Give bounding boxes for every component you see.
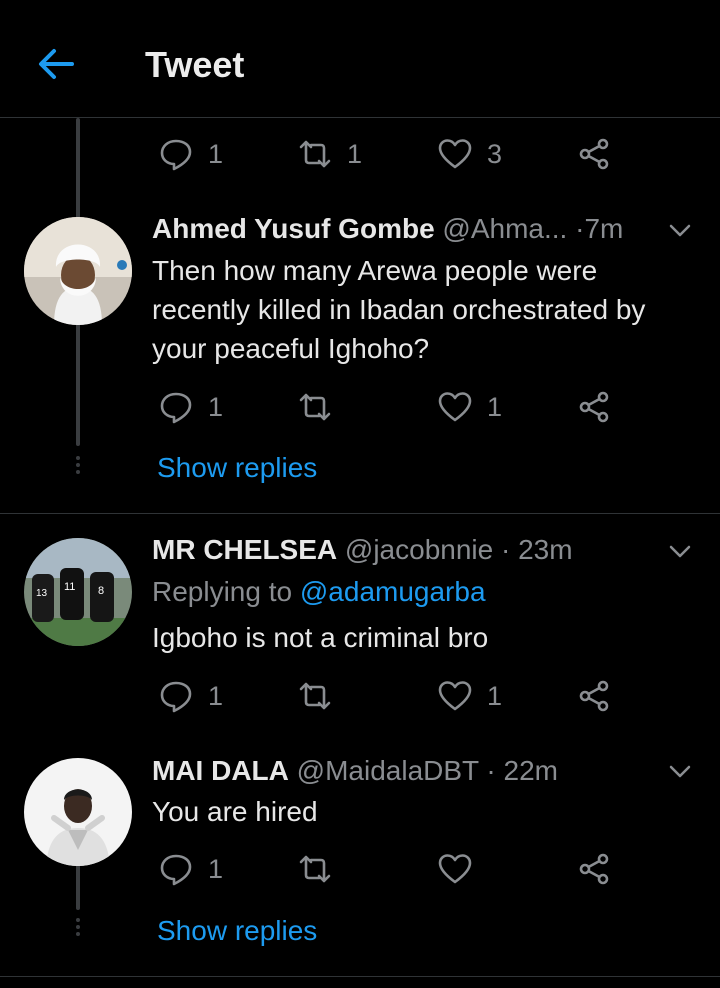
author-handle[interactable]: @MaidalaDBT (297, 755, 479, 786)
reply-button[interactable]: 1 (158, 849, 223, 889)
tweet-meta: MR CHELSEA @jacobnnie · 23m (152, 534, 573, 566)
reply-count: 1 (208, 138, 224, 169)
avatar[interactable]: 13 11 8 (24, 538, 132, 646)
tweet-time: 7m (584, 213, 624, 244)
like-button[interactable]: 1 (437, 676, 502, 716)
reply-icon (160, 392, 192, 424)
reply-button[interactable]: 1 (158, 134, 223, 174)
avatar-image (24, 758, 132, 866)
replying-handle-link[interactable]: @adamugarba (300, 576, 486, 607)
author-name[interactable]: MR CHELSEA (152, 534, 337, 565)
retweet-button[interactable]: 1 (297, 134, 362, 174)
thread-line (76, 860, 80, 910)
reply-count: 1 (208, 391, 224, 422)
author-name[interactable]: MAI DALA (152, 755, 289, 786)
tweet-text: Then how many Arewa people were recently… (152, 255, 646, 364)
heart-icon (438, 681, 472, 711)
svg-text:13: 13 (36, 588, 48, 599)
share-icon (579, 853, 609, 885)
svg-text:8: 8 (98, 585, 104, 597)
replying-prefix: Replying to (152, 576, 293, 607)
page-title: Tweet (145, 44, 245, 85)
share-icon (579, 680, 609, 712)
tweet-time: 23m (518, 534, 573, 565)
tweet-meta: MAI DALA @MaidalaDBT · 22m (152, 755, 558, 787)
share-icon (579, 138, 609, 170)
reply-button[interactable]: 1 (158, 676, 223, 716)
divider (0, 513, 720, 514)
replying-to: Replying to @adamugarba (152, 576, 486, 608)
svg-text:11: 11 (64, 581, 75, 593)
avatar[interactable] (24, 758, 132, 866)
reply-icon (160, 681, 192, 713)
share-button[interactable] (576, 676, 612, 716)
author-name[interactable]: Ahmed Yusuf Gombe (152, 213, 435, 244)
thread-dots (75, 918, 81, 939)
like-button[interactable] (437, 849, 487, 889)
share-icon (579, 391, 609, 423)
author-handle[interactable]: @jacobnnie (345, 534, 493, 565)
more-options-button[interactable] (666, 217, 694, 245)
tweet-meta: Ahmed Yusuf Gombe @Ahma... ·7m (152, 213, 623, 245)
chevron-down-icon (669, 224, 691, 237)
avatar-image: 13 11 8 (24, 538, 132, 646)
reply-icon (160, 854, 192, 886)
like-button[interactable]: 3 (437, 134, 502, 174)
avatar-image (24, 217, 132, 325)
reply-count: 1 (208, 853, 224, 884)
author-handle[interactable]: @Ahma... (442, 213, 567, 244)
chevron-down-icon (669, 765, 691, 778)
retweet-icon (299, 140, 331, 168)
share-button[interactable] (576, 134, 612, 174)
more-options-button[interactable] (666, 758, 694, 786)
reply-button[interactable]: 1 (158, 387, 223, 427)
retweet-icon (299, 682, 331, 710)
action-bar: 1 1 3 (152, 134, 622, 174)
reply-icon (160, 139, 192, 171)
tweet-text: You are hired (152, 796, 318, 827)
heart-icon (438, 139, 472, 169)
retweet-count: 1 (347, 138, 363, 169)
action-bar: 1 1 (152, 387, 622, 427)
show-replies-link[interactable]: Show replies (157, 452, 317, 484)
thread-dots (75, 456, 81, 477)
like-count: 3 (487, 138, 503, 169)
retweet-button[interactable] (297, 387, 347, 427)
back-button[interactable] (36, 44, 76, 84)
share-button[interactable] (576, 387, 612, 427)
retweet-button[interactable] (297, 676, 347, 716)
top-bar: Tweet (0, 0, 720, 118)
separator: · (486, 755, 496, 786)
arrow-left-icon (39, 49, 74, 79)
like-button[interactable]: 1 (437, 387, 502, 427)
chevron-down-icon (669, 545, 691, 558)
retweet-icon (299, 393, 331, 421)
more-options-button[interactable] (666, 538, 694, 566)
heart-icon (438, 854, 472, 884)
like-count: 1 (487, 680, 503, 711)
tweet-time: 22m (503, 755, 558, 786)
action-bar: 1 (152, 849, 622, 889)
divider (0, 976, 720, 977)
tweet-text: Igboho is not a criminal bro (152, 622, 489, 653)
retweet-icon (299, 855, 331, 883)
separator: · (501, 534, 511, 565)
retweet-button[interactable] (297, 849, 347, 889)
reply-count: 1 (208, 680, 224, 711)
share-button[interactable] (576, 849, 612, 889)
like-count: 1 (487, 391, 503, 422)
action-bar: 1 1 (152, 676, 622, 716)
avatar[interactable] (24, 217, 132, 325)
show-replies-link[interactable]: Show replies (157, 915, 317, 947)
heart-icon (438, 392, 472, 422)
